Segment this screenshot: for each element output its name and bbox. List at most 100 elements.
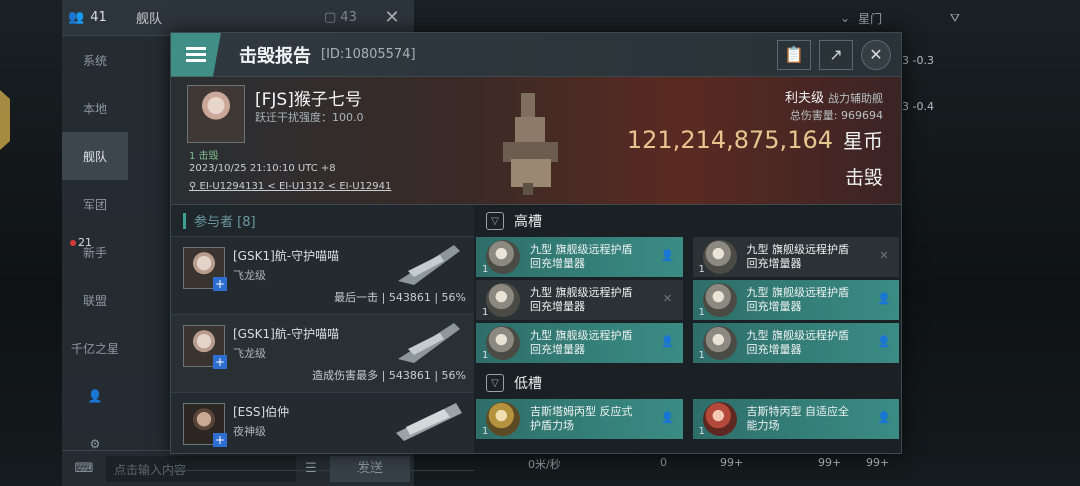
destroyed-icon: ✕: [662, 292, 673, 305]
module-icon: [486, 326, 520, 360]
module-item[interactable]: 1 吉斯特丙型 自适应全能力场 👤: [692, 399, 899, 439]
people-icon: 👥: [68, 10, 85, 25]
participant-row[interactable]: + [GSK1]航-守护喵喵 飞龙级 最后一击 | 543861 | 56%: [171, 237, 474, 315]
dialog-title: 击毁报告: [239, 45, 311, 67]
low-slot-grid: 1 吉斯塔姆丙型 反应式护盾力场 👤 1 吉斯特丙型 自适应全能力场 👤: [474, 399, 901, 443]
participant-ship: 飞龙级: [233, 269, 266, 282]
loss-value: 121,214,875,164 星币: [626, 126, 883, 154]
footer-value: 0: [660, 456, 667, 469]
participant-name: [GSK1]航-守护喵喵: [233, 327, 340, 341]
nav-item-system[interactable]: 系统: [62, 36, 128, 84]
avatar[interactable]: +: [183, 325, 227, 369]
victim-name[interactable]: [FJS]猴子七号: [255, 85, 362, 110]
fleet-panel-header: 👥 41 舰队 ▢ 43 ✕: [62, 0, 414, 36]
fitting-panel: ▽ 高槽 1 九型 旗舰级远程护盾回充增量器 👤 1 九型 旗舰级远程护盾回充增…: [474, 205, 901, 453]
keyboard-icon[interactable]: ⌨: [62, 461, 106, 476]
ship-image: [398, 245, 460, 285]
participant-name: [ESS]伯仲: [233, 405, 290, 419]
total-damage: 总伤害量: 969694: [789, 109, 883, 122]
ship-image: [503, 93, 558, 195]
person-icon[interactable]: 👤: [62, 372, 128, 420]
unread-badge: 21: [70, 236, 92, 249]
ship-type: 利夫级 战力辅助舰: [784, 91, 883, 106]
fitted-icon: 👤: [660, 249, 675, 262]
shield-icon: ▽: [486, 374, 504, 392]
module-item[interactable]: 1 九型 旗舰级远程护盾回充增量器 👤: [476, 323, 683, 363]
participant-stat: 造成伤害最多 | 543861 | 56%: [312, 369, 466, 382]
window-icon: ▢: [324, 10, 337, 25]
module-item[interactable]: 1 吉斯塔姆丙型 反应式护盾力场 👤: [476, 399, 683, 439]
kill-time: 2023/10/25 21:10:10 UTC +8: [189, 163, 336, 174]
nav-item-alliance[interactable]: 联盟: [62, 276, 128, 324]
kill-report-dialog: 击毁报告 [ID:10805574] 📋 ↗ ✕ [FJS]猴子七号 跃迁干扰强…: [170, 32, 902, 471]
close-button[interactable]: ✕: [861, 39, 891, 70]
nav-item-star[interactable]: 千亿之星: [62, 324, 128, 372]
plus-icon[interactable]: +: [213, 355, 227, 369]
gate-filter-label[interactable]: 星门: [858, 10, 882, 27]
ammo-count: 99+: [720, 456, 744, 469]
left-edge-tab[interactable]: [0, 90, 10, 150]
module-item[interactable]: 1 九型 旗舰级远程护盾回充增量器 ✕: [692, 237, 899, 277]
nav-item-corp[interactable]: 军团: [62, 180, 128, 228]
ammo-count: 99+: [818, 456, 842, 469]
ship-image: [396, 403, 462, 441]
ammo-count: 99+: [866, 456, 890, 469]
shield-icon: ▽: [486, 212, 504, 230]
module-icon: [702, 283, 737, 317]
member-count[interactable]: 👥 41: [62, 10, 128, 25]
window-count[interactable]: ▢ 43: [324, 10, 370, 25]
module-icon: [702, 326, 737, 360]
participant-row[interactable]: + [ESS]伯仲 夜神级: [171, 393, 474, 471]
participants-header: 参与者 [8]: [171, 205, 474, 237]
participant-ship: 夜神级: [233, 425, 266, 438]
dialog-actions: 📋 ↗ ✕: [777, 39, 891, 70]
kill-count: 1 击毁: [189, 151, 219, 162]
module-item[interactable]: 1 九型 旗舰级远程护盾回充增量器 👤: [476, 237, 683, 277]
report-id[interactable]: [ID:10805574]: [321, 47, 416, 62]
module-item[interactable]: 1 九型 旗舰级远程护盾回充增量器 👤: [692, 323, 899, 363]
nav-item-local[interactable]: 本地: [62, 84, 128, 132]
dialog-header: 击毁报告 [ID:10805574] 📋 ↗ ✕: [171, 32, 901, 77]
panel-title: 舰队: [136, 12, 163, 27]
plus-icon[interactable]: +: [213, 277, 227, 291]
high-slot-grid: 1 九型 旗舰级远程护盾回充增量器 👤 1 九型 旗舰级远程护盾回充增量器 ✕ …: [474, 237, 901, 367]
participant-row[interactable]: + [GSK1]航-守护喵喵 飞龙级 造成伤害最多 | 543861 | 56%: [171, 315, 474, 393]
module-icon: [486, 402, 520, 436]
overview-value: 3 -0.4: [902, 100, 934, 113]
filter-icon[interactable]: ⛛: [950, 11, 960, 26]
participants-panel: 参与者 [8] + [GSK1]航-守护喵喵 飞龙级 最后一击 | 543861…: [171, 205, 474, 471]
module-icon: [702, 240, 737, 274]
overview-value: 3 -0.3: [902, 54, 934, 67]
destroyed-icon: ✕: [879, 249, 889, 262]
victim-portrait[interactable]: [187, 85, 245, 143]
avatar[interactable]: +: [183, 403, 227, 447]
module-icon: [486, 283, 520, 317]
nav-item-fleet[interactable]: 舰队: [62, 132, 128, 180]
fitted-icon: 👤: [660, 335, 675, 348]
kill-location[interactable]: ⚲ EI-U1294131 < EI-U1312 < EI-U12941: [189, 181, 391, 192]
overview-header: ⌄ 星门 ⛛: [800, 0, 1080, 36]
channel-nav: 系统 本地 舰队 军团 新手 联盟 千亿之星 👤 ⚙: [62, 36, 128, 468]
low-slot-header: ▽ 低槽: [474, 367, 901, 399]
avatar[interactable]: +: [183, 247, 227, 291]
plus-icon[interactable]: +: [213, 433, 227, 447]
victim-section: [FJS]猴子七号 跃迁干扰强度：100.0 1 击毁 2023/10/25 2…: [171, 77, 901, 205]
participant-name: [GSK1]航-守护喵喵: [233, 249, 340, 263]
module-item[interactable]: 1 九型 旗舰级远程护盾回充增量器 ✕: [476, 280, 683, 320]
kill-status: 击毁: [844, 167, 883, 189]
fitted-icon: 👤: [660, 411, 675, 424]
ship-image: [398, 323, 460, 363]
share-icon[interactable]: ↗: [819, 39, 853, 70]
report-body: 参与者 [8] + [GSK1]航-守护喵喵 飞龙级 最后一击 | 543861…: [171, 205, 901, 471]
menu-icon[interactable]: [171, 32, 221, 77]
clipboard-icon[interactable]: 📋: [777, 39, 811, 70]
speed-readout: 0米/秒: [528, 458, 561, 471]
module-icon: [486, 240, 520, 274]
module-item[interactable]: 1 九型 旗舰级远程护盾回充增量器 👤: [692, 280, 899, 320]
close-icon[interactable]: ✕: [370, 7, 414, 28]
participant-stat: 最后一击 | 543861 | 56%: [334, 291, 466, 304]
chevron-down-icon[interactable]: ⌄: [840, 11, 850, 25]
high-slot-header: ▽ 高槽: [474, 205, 901, 237]
participant-ship: 飞龙级: [233, 347, 266, 360]
jump-disruption: 跃迁干扰强度：100.0: [255, 111, 364, 124]
